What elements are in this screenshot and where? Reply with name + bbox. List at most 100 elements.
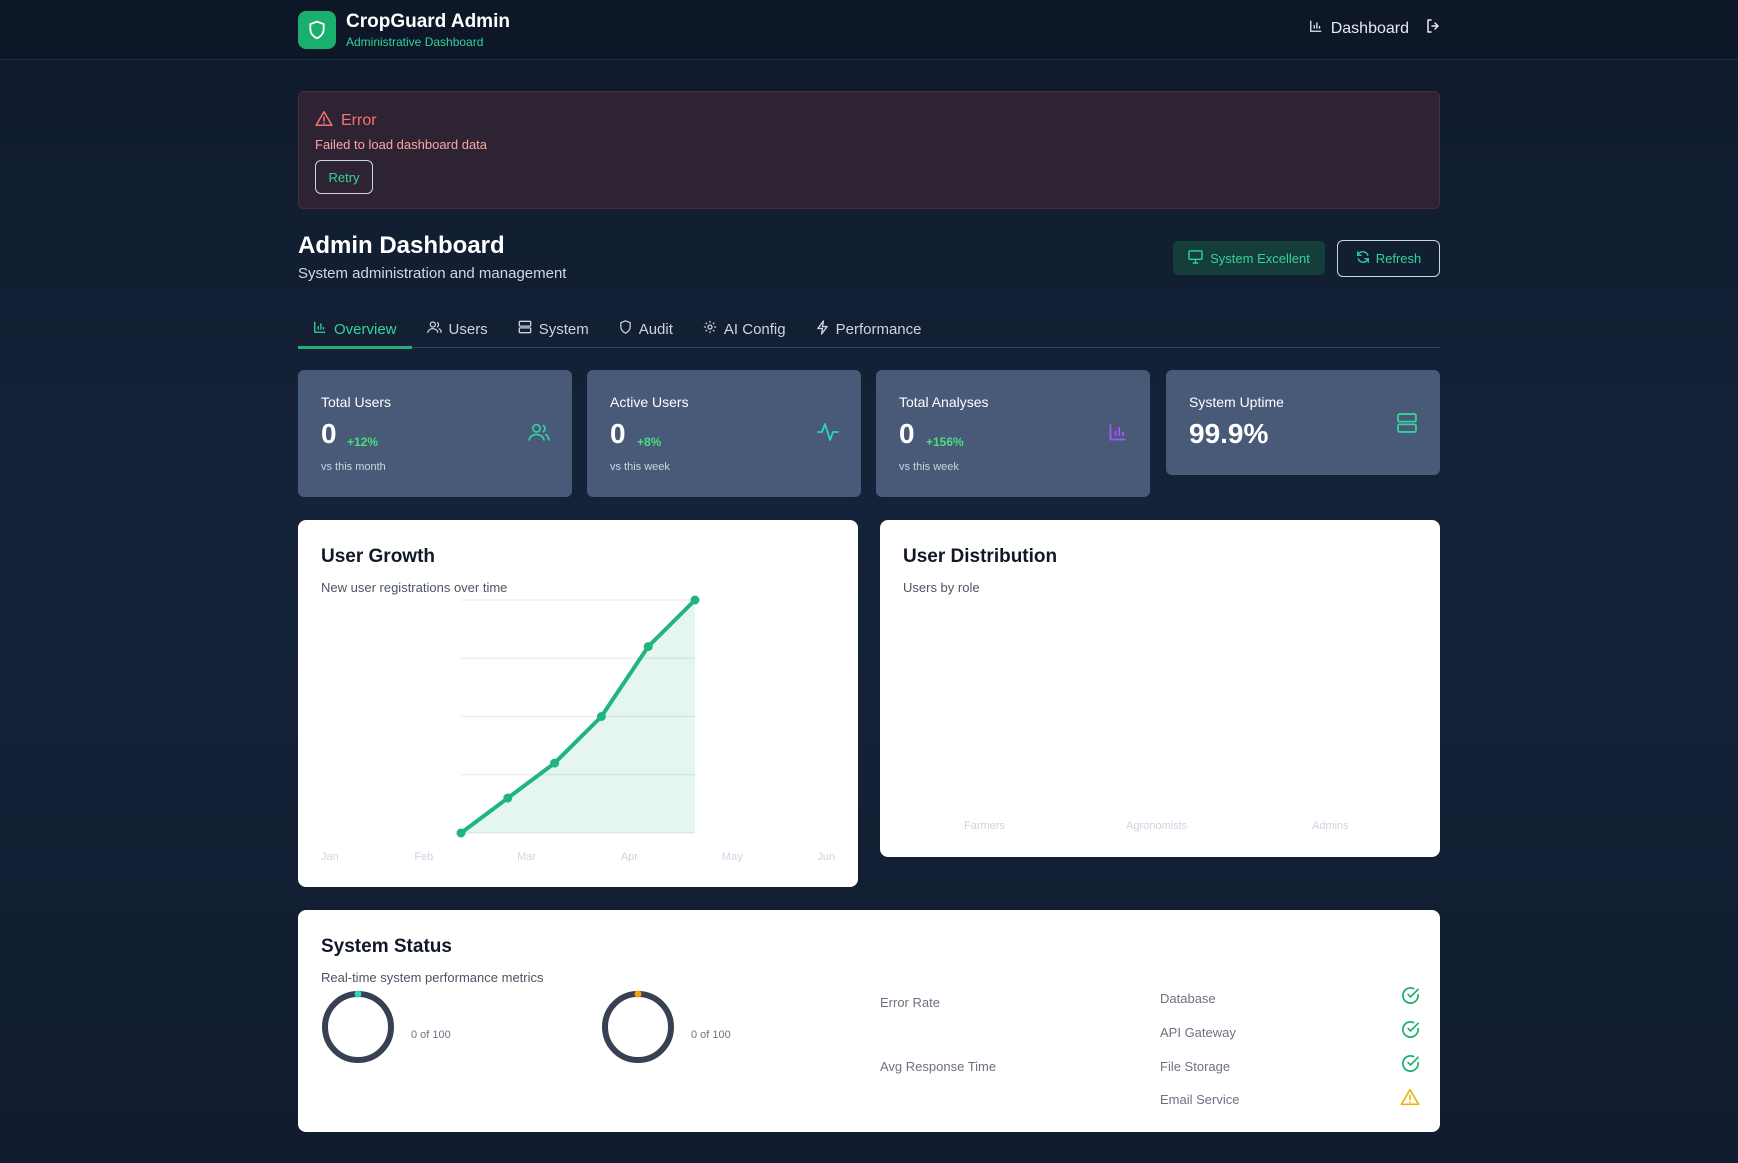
monitor-icon: [1188, 249, 1203, 267]
stat-label: Total Analyses: [899, 394, 989, 410]
stat-value: 0: [610, 418, 626, 449]
stat-label: System Uptime: [1189, 394, 1284, 410]
refresh-label: Refresh: [1375, 251, 1422, 266]
stat-delta: +12%: [347, 435, 379, 449]
gauge-indicator: [634, 990, 642, 998]
tab-label: Audit: [638, 320, 673, 338]
stat-label: Total Users: [321, 394, 392, 410]
tab-performance[interactable]: Performance: [801, 310, 937, 348]
tab-label: Overview: [334, 320, 397, 338]
stat-delta: +8%: [637, 435, 662, 449]
bar-chart-icon: [1309, 19, 1323, 38]
tab-audit[interactable]: Audit: [604, 310, 688, 348]
user-distribution-title: User Distribution: [903, 546, 1058, 567]
stat-card-system-uptime: System Uptime 99.9%: [1166, 370, 1440, 475]
tab-users[interactable]: Users: [412, 310, 503, 348]
gauge-ring: [602, 990, 674, 1063]
metric-label-avg-response: Avg Response Time: [880, 1059, 997, 1074]
tab-system[interactable]: System: [503, 310, 604, 348]
top-bar: CropGuard Admin Administrative Dashboard…: [0, 0, 1738, 60]
system-status-subtitle: Real-time system performance metrics: [321, 970, 544, 985]
chart-point: [596, 712, 606, 721]
chart-x-tick-label: Feb: [414, 851, 433, 863]
stat-delta: +156%: [926, 435, 964, 449]
service-row-email-service: Email Service: [1160, 1086, 1420, 1112]
app-subtitle: Administrative Dashboard: [346, 35, 484, 49]
service-row-file-storage: File Storage: [1160, 1053, 1420, 1079]
bar-chart-icon: [1108, 422, 1128, 447]
app-title: CropGuard Admin: [346, 11, 510, 32]
bar-chart-icon: [313, 320, 327, 338]
error-title: Error: [341, 112, 377, 129]
page-title: Admin Dashboard: [298, 232, 505, 259]
stat-card-total-analyses: Total Analyses 0 +156% vs this week: [876, 370, 1150, 497]
system-status-card: System Status Real-time system performan…: [298, 910, 1440, 1132]
brand[interactable]: CropGuard Admin Administrative Dashboard: [298, 11, 510, 49]
logout-icon: [1425, 18, 1441, 39]
chart-x-tick-label: Apr: [621, 851, 638, 863]
system-status-button[interactable]: System Excellent: [1173, 241, 1325, 275]
gear-icon: [703, 320, 717, 338]
gauge-indicator: [354, 990, 362, 998]
chart-x-tick-label: Jan: [321, 851, 339, 863]
service-name: API Gateway: [1160, 1024, 1236, 1040]
server-icon: [518, 320, 532, 338]
nav-dashboard-label: Dashboard: [1330, 19, 1409, 37]
user-distribution-subtitle: Users by role: [903, 580, 980, 595]
user-growth-chart: Jan Feb Mar Apr May Jun: [321, 595, 835, 863]
service-name: Database: [1160, 990, 1216, 1006]
stat-value: 0: [899, 418, 915, 449]
check-circle-icon: [1401, 1020, 1420, 1044]
logout-button[interactable]: [1425, 18, 1441, 39]
stat-value: 0: [321, 418, 337, 449]
check-circle-icon: [1401, 986, 1420, 1010]
service-name: File Storage: [1160, 1058, 1231, 1074]
chart-point: [503, 793, 513, 803]
system-status-label: System Excellent: [1210, 250, 1310, 266]
tab-label: Performance: [835, 320, 922, 338]
service-row-api-gateway: API Gateway: [1160, 1019, 1420, 1045]
distribution-axis-label: Admins: [1312, 820, 1349, 832]
stat-card-active-users: Active Users 0 +8% vs this week: [587, 370, 861, 497]
refresh-button[interactable]: Refresh: [1337, 240, 1440, 277]
retry-button[interactable]: Retry: [315, 160, 373, 194]
gauge-ring: [322, 990, 394, 1063]
lightning-icon: [816, 319, 829, 339]
check-circle-icon: [1401, 1054, 1420, 1078]
tab-ai-config[interactable]: AI Config: [688, 310, 801, 348]
stat-value: 99.9%: [1189, 418, 1269, 449]
tab-label: Users: [448, 320, 488, 338]
warning-icon: [1400, 1088, 1420, 1111]
user-growth-card: User Growth New user registrations over …: [298, 520, 858, 887]
user-distribution-card: User Distribution Users by role Farmers …: [880, 520, 1440, 857]
chart-point: [550, 758, 560, 768]
tab-overview[interactable]: Overview: [298, 310, 412, 349]
tab-label: System: [538, 320, 589, 338]
metric-label-error-rate: Error Rate: [880, 995, 940, 1010]
distribution-axis-label: Agronomists: [1126, 820, 1188, 832]
stat-note: vs this week: [610, 461, 670, 473]
tab-label: AI Config: [723, 320, 786, 338]
gauge-note: 0 of 100: [691, 1029, 731, 1041]
service-name: Email Service: [1160, 1091, 1240, 1107]
gauge-note: 0 of 100: [411, 1029, 451, 1041]
refresh-icon: [1356, 250, 1370, 267]
chart-point: [643, 642, 653, 652]
shield-icon: [298, 11, 336, 49]
shield-icon: [619, 320, 632, 338]
page-subtitle: System administration and management: [298, 265, 567, 282]
stat-note: vs this week: [899, 461, 959, 473]
error-message: Failed to load dashboard data: [315, 137, 488, 152]
stat-label: Active Users: [610, 394, 689, 410]
system-status-title: System Status: [321, 936, 452, 957]
tab-bar: Overview Users System Audit AI Config Pe…: [298, 310, 1440, 349]
activity-icon: [817, 422, 839, 447]
chart-point: [456, 828, 466, 838]
chart-x-tick-label: Jun: [817, 851, 835, 863]
warning-icon: [315, 110, 333, 132]
users-icon: [528, 422, 550, 447]
users-icon: [426, 320, 442, 338]
nav-dashboard-link[interactable]: Dashboard: [1309, 19, 1409, 38]
server-icon: [1396, 412, 1418, 439]
chart-x-tick-label: May: [722, 851, 743, 863]
